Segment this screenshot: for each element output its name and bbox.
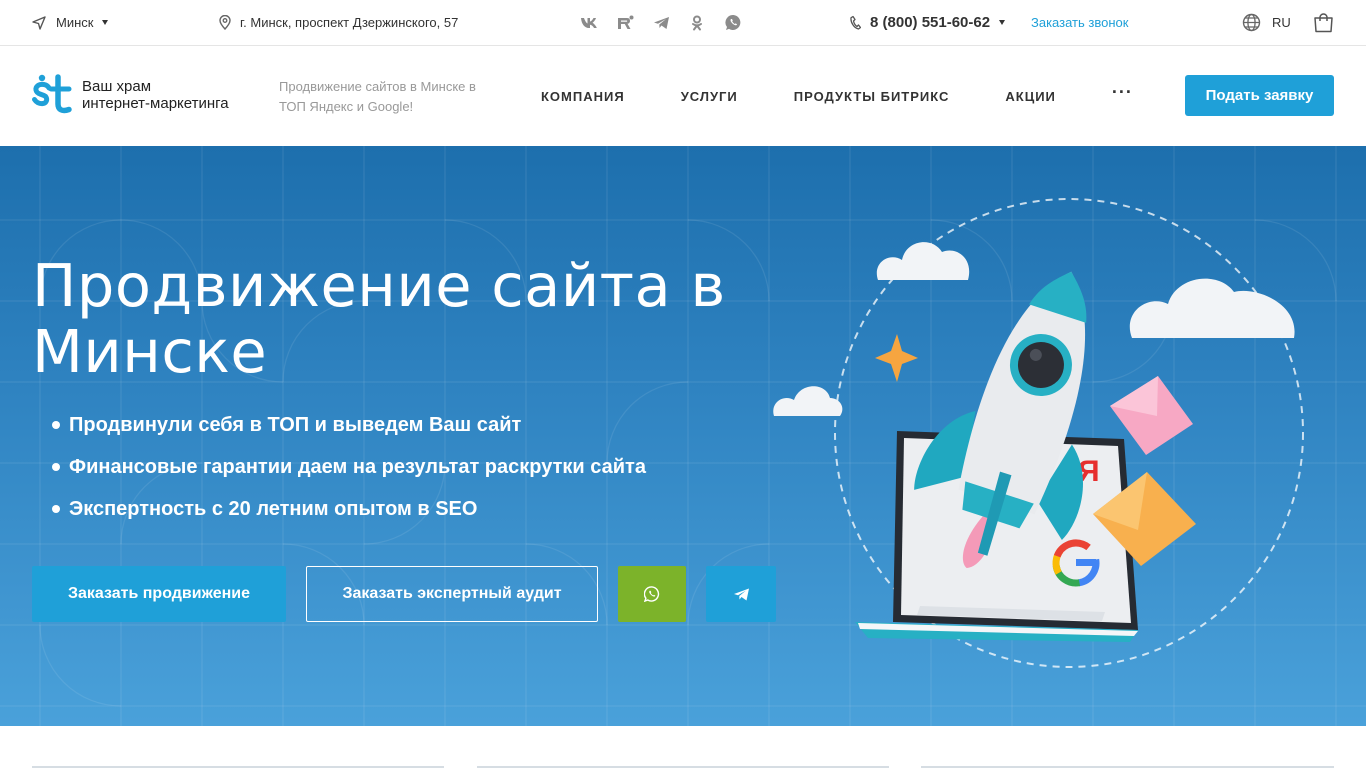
hero-benefits-list: Продвинули себя в ТОП и выведем Ваш сайт… <box>52 404 646 530</box>
main-header: Ваш храм интернет-маркетинга Продвижение… <box>0 46 1366 146</box>
social-links <box>580 0 742 45</box>
city-name: Минск <box>56 15 94 30</box>
telegram-icon <box>733 588 749 600</box>
benefit-item: Продвинули себя в ТОП и выведем Ваш сайт <box>52 404 646 446</box>
callback-link[interactable]: Заказать звонок <box>1031 0 1128 45</box>
logo-st-icon <box>31 74 73 116</box>
benefit-item: Финансовые гарантии даем на результат ра… <box>52 446 646 488</box>
logo-line-1: Ваш храм <box>82 78 152 95</box>
whatsapp-button[interactable] <box>618 566 686 622</box>
main-nav: КОМПАНИЯ УСЛУГИ ПРОДУКТЫ БИТРИКС АКЦИИ ·… <box>541 46 1133 146</box>
benefit-item: Экспертность с 20 летним опытом в SEO <box>52 488 646 530</box>
nav-item-company[interactable]: КОМПАНИЯ <box>541 89 625 104</box>
phone-icon <box>850 15 861 30</box>
logo-text: Ваш храм интернет-маркетинга <box>82 78 229 112</box>
submit-request-button[interactable]: Подать заявку <box>1185 75 1334 116</box>
more-menu-icon[interactable]: ··· <box>1112 82 1133 103</box>
nav-item-bitrix-products[interactable]: ПРОДУКТЫ БИТРИКС <box>794 89 950 104</box>
chevron-down-icon <box>999 20 1006 25</box>
language-code: RU <box>1272 15 1291 30</box>
nav-item-promotions[interactable]: АКЦИИ <box>1005 89 1056 104</box>
address-text: г. Минск, проспект Дзержинского, 57 <box>240 15 459 30</box>
content-cards-preview <box>0 726 1366 768</box>
order-promotion-button[interactable]: Заказать продвижение <box>32 566 286 622</box>
globe-icon <box>1242 13 1261 32</box>
address: г. Минск, проспект Дзержинского, 57 <box>219 0 458 45</box>
logo-line-2: интернет-маркетинга <box>82 95 229 112</box>
map-pin-icon <box>219 15 231 30</box>
shopping-bag-icon <box>1314 12 1333 32</box>
rocket-laptop-illustration: Я <box>773 198 1304 668</box>
phone-number: 8 (800) 551-60-62 <box>870 14 991 31</box>
nav-item-services[interactable]: УСЛУГИ <box>681 89 738 104</box>
cart-button[interactable] <box>1313 0 1334 45</box>
vk-icon[interactable] <box>580 14 598 32</box>
top-bar: Минск г. Минск, проспект Дзержинского, 5… <box>0 0 1366 46</box>
odnoklassniki-icon[interactable] <box>688 14 706 32</box>
site-logo[interactable]: Ваш храм интернет-маркетинга <box>31 74 229 116</box>
telegram-icon[interactable] <box>652 14 670 32</box>
hero-title: Продвижение сайта в Минске <box>32 251 726 386</box>
whatsapp-icon <box>644 586 660 602</box>
whatsapp-icon[interactable] <box>724 14 742 32</box>
language-selector[interactable]: RU <box>1242 0 1291 45</box>
site-slogan: Продвижение сайтов в Минске в ТОП Яндекс… <box>279 79 476 114</box>
location-arrow-icon <box>32 15 46 30</box>
rutube-icon[interactable] <box>616 14 634 32</box>
chevron-down-icon <box>102 20 109 25</box>
city-selector[interactable]: Минск <box>32 0 109 45</box>
order-audit-button[interactable]: Заказать экспертный аудит <box>306 566 598 622</box>
phone-selector[interactable]: 8 (800) 551-60-62 <box>849 0 1006 45</box>
hero-banner: Продвижение сайта в Минске Продвинули се… <box>0 146 1366 726</box>
